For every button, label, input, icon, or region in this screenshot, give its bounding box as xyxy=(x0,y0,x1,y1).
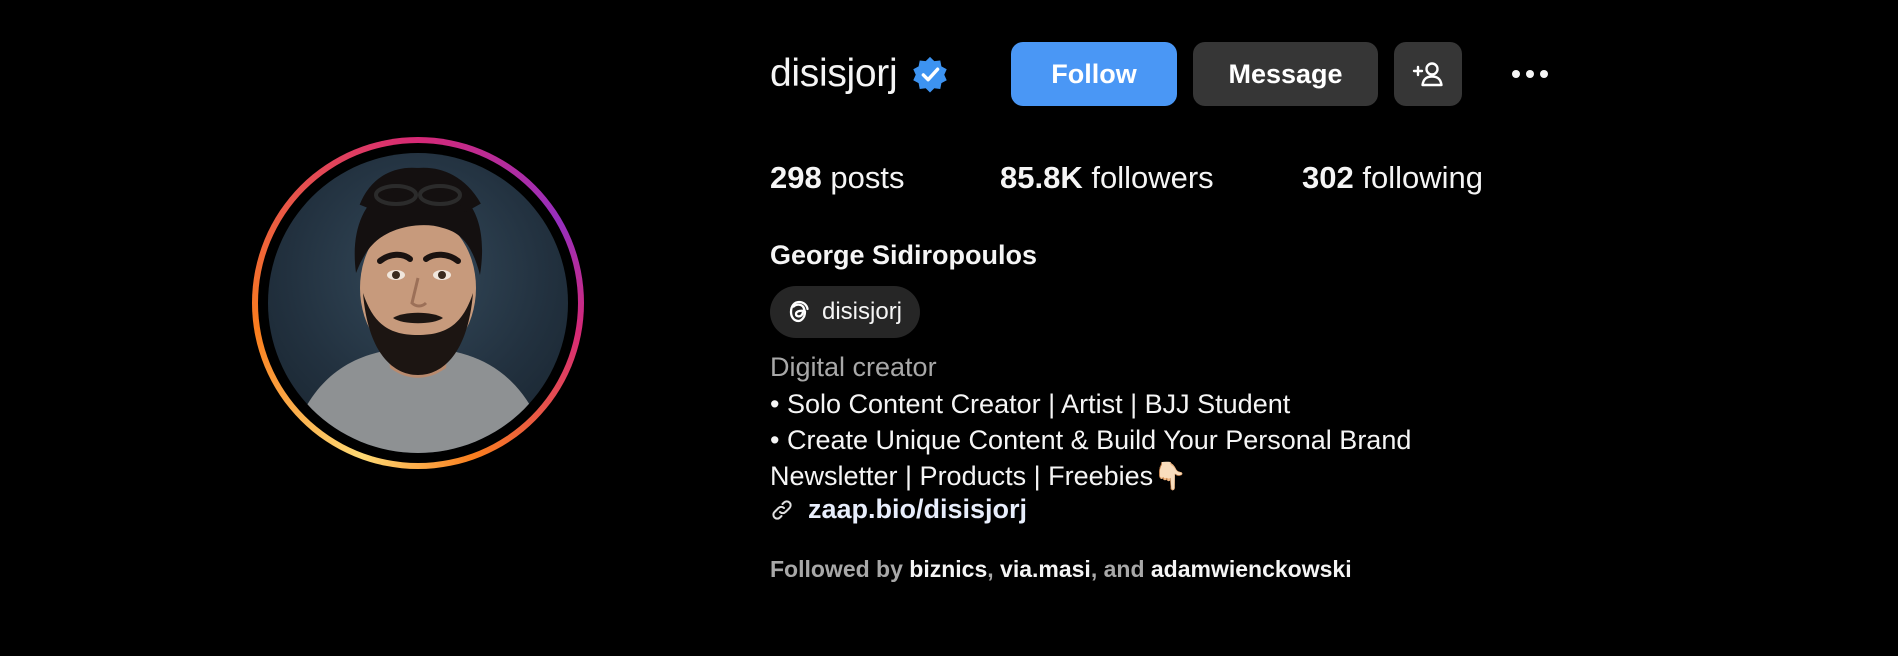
following-count: 302 xyxy=(1302,160,1354,195)
verified-badge-icon xyxy=(913,56,948,93)
suggest-similar-button[interactable] xyxy=(1394,42,1462,106)
profile-avatar-ring[interactable] xyxy=(252,137,584,469)
follow-button[interactable]: Follow xyxy=(1011,42,1177,106)
add-user-icon xyxy=(1412,62,1443,87)
threads-link-chip[interactable]: disisjorj xyxy=(770,286,921,338)
stat-posts[interactable]: 298 posts xyxy=(770,160,1000,196)
posts-count: 298 xyxy=(770,160,822,195)
followed-by-separator: , and xyxy=(1090,556,1145,582)
followed-by[interactable]: Followed by biznics, via.masi, and adamw… xyxy=(770,556,1352,583)
followed-by-account[interactable]: via.masi xyxy=(1000,556,1091,582)
profile-category: Digital creator xyxy=(770,352,937,382)
posts-label: posts xyxy=(830,160,905,195)
bio-line: • Solo Content Creator | Artist | BJJ St… xyxy=(770,389,1291,419)
followed-by-prefix: Followed by xyxy=(770,556,903,582)
followed-by-account[interactable]: biznics xyxy=(909,556,987,582)
threads-icon xyxy=(789,300,809,323)
threads-handle: disisjorj xyxy=(822,298,903,325)
link-icon xyxy=(772,499,792,520)
stat-following[interactable]: 302 following xyxy=(1302,160,1483,196)
avatar-gap xyxy=(258,143,578,463)
profile-username: disisjorj xyxy=(770,52,898,95)
profile-full-name: George Sidiropoulos xyxy=(770,240,1038,270)
profile-stats: 298 posts 85.8K followers 302 following xyxy=(770,160,1483,196)
profile-top-row: disisjorj Follow Message xyxy=(770,42,1850,106)
profile-avatar xyxy=(268,153,568,453)
bio-line: • Create Unique Content & Build Your Per… xyxy=(770,425,1412,455)
followers-label: followers xyxy=(1091,160,1214,195)
followed-by-separator: , xyxy=(987,556,994,582)
followed-by-account[interactable]: adamwienckowski xyxy=(1151,556,1352,582)
avatar-illustration xyxy=(288,167,550,453)
profile-link[interactable]: zaap.bio/disisjorj xyxy=(808,494,1027,525)
message-button[interactable]: Message xyxy=(1193,42,1378,106)
more-options-icon xyxy=(1512,70,1548,78)
profile-link-row[interactable]: zaap.bio/disisjorj xyxy=(770,494,1027,525)
bio-line: Newsletter | Products | Freebies👇🏻 xyxy=(770,461,1187,491)
following-label: following xyxy=(1362,160,1483,195)
followers-count: 85.8K xyxy=(1000,160,1083,195)
more-options-button[interactable] xyxy=(1488,42,1572,106)
stat-followers[interactable]: 85.8K followers xyxy=(1000,160,1312,196)
profile-bio: • Solo Content Creator | Artist | BJJ St… xyxy=(770,386,1411,494)
